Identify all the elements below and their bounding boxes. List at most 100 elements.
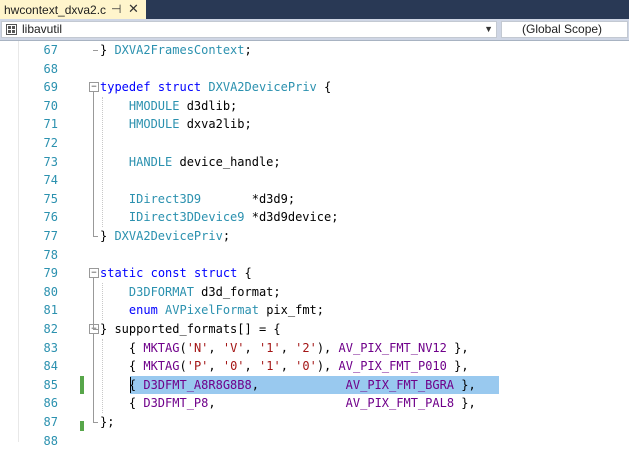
code-line[interactable]: 84 { MKTAG('P', '0', '1', '0'), AV_PIX_F… [0,357,629,376]
code-token: DXVA2DevicePriv [114,229,223,243]
code-editor[interactable]: 67} DXVA2FramesContext; 68 69 typedef struc… [0,41,629,448]
code-text: static const struct { [100,264,252,283]
code-text: { D3DFMT_P8, AV_PIX_FMT_PAL8 }, [100,394,476,413]
collapse-toggle-icon[interactable]: − [89,82,99,93]
code-token: , [208,340,223,355]
outlining-guide [93,92,94,237]
outlining-guide [93,278,94,330]
line-number: 80 [43,284,58,299]
code-token: HMODULE [128,98,180,113]
code-token: { [100,340,144,355]
code-token: *d3d9device; [244,210,339,225]
code-line[interactable]: 70 HMODULE d3dlib; [0,97,629,116]
code-text: { D3DFMT_A8R8G8B8, AV_PIX_FMT_BGRA }, [100,376,476,395]
code-token: AV_PIX_FMT_P010 [338,359,447,374]
code-line[interactable]: 72 [0,134,629,153]
code-token: } [100,43,115,57]
code-token: d3dlib; [179,98,238,113]
indent-guide [102,282,103,320]
code-token: IDirect3D9 [128,191,202,206]
code-line[interactable]: 76 IDirect3DDevice9 *d3d9device; [0,208,629,227]
code-line[interactable]: 73 HANDLE device_handle; [0,153,629,172]
code-token: '0' [295,359,317,374]
pin-icon[interactable]: ⊣ [111,2,121,16]
line-number: 67 [43,43,58,57]
code-token: , [244,359,259,374]
code-token: HMODULE [128,117,180,132]
line-number: 78 [43,247,58,262]
code-token: } [100,229,115,243]
code-line[interactable]: 83 { MKTAG('N', 'V', '1', '2'), AV_PIX_F… [0,339,629,358]
code-token: } supported_formats[] = { [100,322,281,336]
collapse-toggle-icon[interactable]: − [89,268,99,279]
code-token: D3DFMT_A8R8G8B8 [143,377,252,392]
outlining-guide-end [93,329,98,331]
code-token: ( [179,359,187,374]
code-text: { MKTAG('P', '0', '1', '0'), AV_PIX_FMT_… [100,357,469,376]
outlining-guide-end [93,50,98,52]
scope-dropdown[interactable]: (Global Scope) [501,21,628,38]
code-token: ), [316,359,339,374]
code-line[interactable]: 80 D3DFORMAT d3d_format; [0,283,629,302]
code-token: D3DFMT_P8 [143,396,209,411]
code-text: } supported_formats[] = { [100,320,281,339]
code-token: }, [446,340,469,355]
code-token: enum [128,303,158,318]
line-number: 88 [43,433,58,448]
close-icon[interactable]: ✕ [128,1,139,17]
code-token: pix_fmt; [258,303,324,318]
navigation-bar: libavutil ▼ (Global Scope) [0,19,629,41]
line-number: 68 [43,61,58,76]
code-line[interactable]: 74 [0,171,629,190]
line-number: 75 [43,191,58,206]
code-token: { [237,266,252,281]
code-token: MKTAG [143,340,180,355]
project-dropdown[interactable]: libavutil ▼ [1,21,497,38]
code-token: AVPixelFormat [165,303,259,318]
code-text: HMODULE dxva2lib; [100,115,252,134]
document-tab[interactable]: hwcontext_dxva2.c ⊣ ✕ [0,0,146,19]
code-token: '1' [259,340,281,355]
code-line[interactable]: 75 IDirect3D9 *d3d9; [0,190,629,209]
code-line[interactable]: 79 static const struct {− [0,264,629,283]
code-text: HMODULE d3dlib; [100,97,237,116]
code-token: , [208,359,223,374]
code-line[interactable]: 85 { D3DFMT_A8R8G8B8, AV_PIX_FMT_BGRA }, [0,376,629,395]
code-token: '2' [295,340,317,355]
code-token: , [280,359,296,374]
line-number: 79 [43,266,58,281]
outlining-guide-end [93,236,98,238]
code-line[interactable]: 68 [0,60,629,79]
outlining-guide-end [93,422,98,424]
code-token: MKTAG [143,359,180,374]
code-line[interactable]: 81 enum AVPixelFormat pix_fmt; [0,301,629,320]
code-line[interactable]: 86 { D3DFMT_P8, AV_PIX_FMT_PAL8 }, [0,394,629,413]
code-line[interactable]: 88 [0,432,629,450]
code-token: 'N' [186,340,209,355]
document-tab-strip: hwcontext_dxva2.c ⊣ ✕ [0,0,629,19]
code-token: { [100,359,144,374]
code-token: D3DFORMAT [128,284,194,299]
code-text: { MKTAG('N', 'V', '1', '2'), AV_PIX_FMT_… [100,339,469,358]
code-token: DXVA2FramesContext [114,43,245,57]
code-token: IDirect3DDevice9 [128,210,245,225]
code-token: , [251,377,346,392]
code-token: , [280,340,296,355]
code-token: struct [157,80,202,95]
code-line[interactable]: 69 typedef struct DXVA2DevicePriv {− [0,78,629,97]
code-line[interactable]: 71 HMODULE dxva2lib; [0,115,629,134]
line-number: 77 [43,229,58,243]
code-line[interactable]: 78 [0,246,629,265]
line-number: 84 [43,359,58,374]
code-token: struct [193,266,238,281]
line-number: 69 [43,80,58,95]
chevron-down-icon[interactable]: ▼ [484,22,493,37]
code-token: 'P' [186,359,209,374]
